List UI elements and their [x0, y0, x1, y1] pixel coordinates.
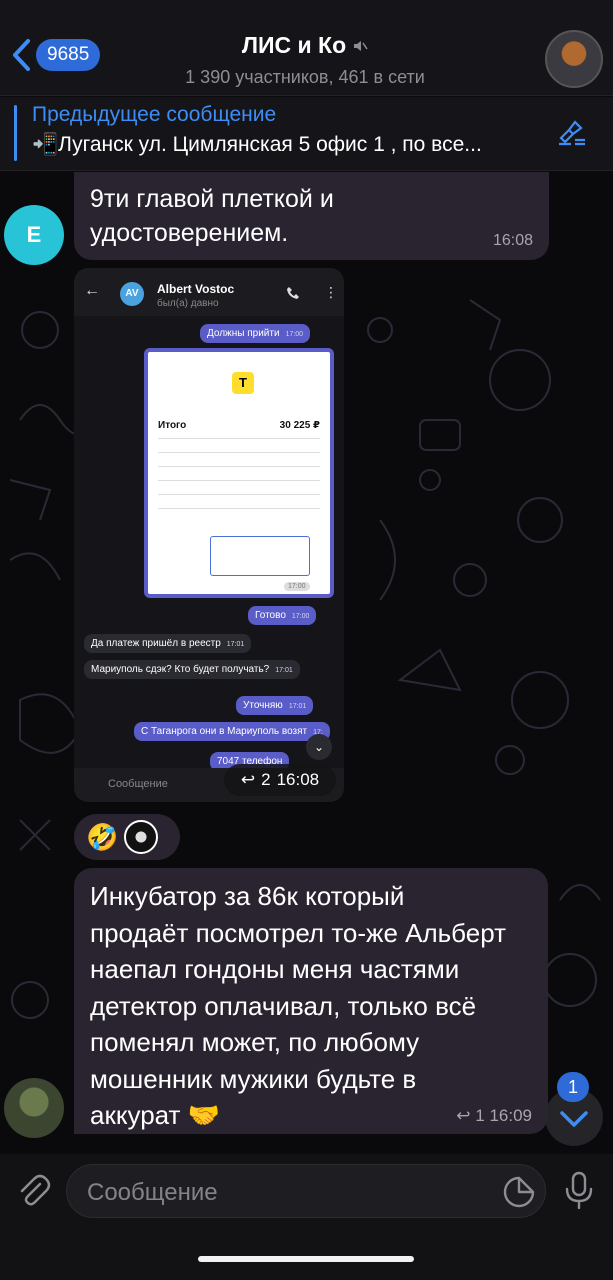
shot-contact-status: был(а) давно — [157, 298, 219, 309]
shot-message-time: 17:00 — [285, 331, 304, 338]
shot-message: Готово 17:00 — [248, 606, 317, 625]
message-text: Инкубатор за 86к который продаёт посмотр… — [90, 878, 540, 1134]
message-bubble[interactable]: Инкубатор за 86к который продаёт посмотр… — [74, 868, 548, 1134]
message-meta[interactable]: ↩ 1 16:09 — [456, 1106, 532, 1126]
pinned-text: 📲Луганск ул. Цимлянская 5 офис 1 , по вс… — [32, 133, 482, 156]
sticker-icon[interactable] — [502, 1175, 536, 1209]
shot-avatar: AV — [120, 282, 144, 306]
unread-count-badge: 9685 — [36, 39, 101, 71]
group-avatar[interactable] — [545, 30, 603, 88]
pin-list-icon[interactable] — [555, 114, 589, 148]
receipt-divider — [158, 494, 320, 495]
message-line: 9ти главой плеткой и — [90, 185, 334, 213]
message-input[interactable]: Сообщение — [66, 1164, 546, 1218]
reactor-avatar — [124, 820, 159, 854]
shot-message-text: Да платеж пришёл в реестр — [91, 638, 221, 649]
message-line: мошенник мужики будьте в — [90, 1063, 417, 1094]
message-line: Инкубатор за 86к который — [90, 881, 405, 911]
message-line: продаёт посмотрел то-же Альберт — [90, 917, 507, 948]
shot-message-time: 17:01 — [288, 703, 307, 710]
receipt-divider — [158, 438, 320, 439]
shot-message: Уточняю 17:01 — [236, 696, 314, 715]
shot-message-time: 17:01 — [226, 641, 245, 648]
chat-title: ЛИС и Ко — [242, 32, 368, 59]
reaction-chip[interactable]: 🤣 — [74, 814, 180, 860]
paperclip-icon[interactable] — [14, 1172, 52, 1210]
shot-input-placeholder: Сообщение — [108, 778, 168, 790]
chevron-down-icon: ⌄ — [306, 734, 332, 760]
receipt-time: 17:00 — [284, 582, 310, 591]
shot-header: ← AV Albert Vostoc был(а) давно ⋮ — [74, 268, 344, 316]
message-meta[interactable]: ↩ 2 16:08 — [224, 764, 336, 796]
pinned-indicator — [14, 105, 17, 161]
pinned-message-bar[interactable]: Предыдущее сообщение 📲Луганск ул. Цимлян… — [0, 97, 613, 171]
reply-icon: ↩ — [240, 770, 256, 789]
message-time: 16:08 — [492, 232, 533, 249]
shot-message-text: Уточняю — [243, 700, 283, 711]
receipt-divider — [158, 452, 320, 453]
receipt-total-value: 30 225 ₽ — [279, 420, 320, 431]
receipt-image: Т Итого 30 225 ₽ 17:00 — [144, 348, 334, 598]
home-indicator — [198, 1256, 414, 1262]
chat-title-text: ЛИС и Ко — [241, 32, 347, 58]
reply-count: 1 — [475, 1106, 485, 1125]
chat-header: 9685 ЛИС и Ко 1 390 участников, 461 в се… — [0, 0, 613, 96]
message-bubble[interactable]: 9ти главой плеткой и удостоверением. 16:… — [74, 172, 549, 260]
avatar[interactable] — [4, 1078, 64, 1138]
message-time: 16:08 — [276, 770, 320, 789]
avatar[interactable]: E — [4, 205, 64, 265]
message-line: детектор оплачивал, только всё — [90, 990, 477, 1021]
shot-contact-name: Albert Vostoc — [157, 282, 235, 296]
reply-count: 2 — [261, 770, 271, 789]
mute-icon — [354, 40, 368, 51]
microphone-icon[interactable] — [562, 1170, 596, 1210]
shot-message-text: Должны прийти — [207, 328, 280, 339]
message-input-placeholder: Сообщение — [87, 1179, 218, 1206]
phone-icon — [287, 287, 299, 299]
message-text: 9ти главой плеткой и удостоверением. — [90, 182, 334, 250]
bank-logo: Т — [232, 372, 254, 394]
more-vertical-icon: ⋮ — [324, 284, 338, 300]
pinned-label: Предыдущее сообщение — [32, 103, 277, 126]
chat-title-area[interactable]: ЛИС и Ко 1 390 участников, 461 в сети — [140, 32, 470, 88]
reply-icon: ↩ — [456, 1106, 471, 1125]
reaction-emoji: 🤣 — [86, 821, 119, 852]
screenshot-image[interactable]: ← AV Albert Vostoc был(а) давно ⋮ Должны… — [74, 268, 344, 802]
arrow-left-icon: ← — [84, 282, 100, 299]
message-line: поменял может, по любому — [90, 1027, 420, 1057]
chevron-left-icon — [13, 39, 30, 71]
message-line: наепал гондоны меня частями — [90, 954, 460, 984]
shot-message: Да платеж пришёл в реестр 17:01 — [84, 634, 252, 653]
shot-message: Должны прийти 17:00 — [200, 324, 311, 343]
receipt-stamp — [210, 536, 310, 576]
back-button[interactable]: 9685 — [10, 38, 101, 72]
shot-message-text: С Таганрога они в Мариуполь возят — [141, 726, 308, 737]
shot-message-text: Мариуполь сдэк? Кто будет получать? — [91, 664, 270, 675]
shot-message-time: 17:00 — [291, 613, 310, 620]
message-line: удостоверением. — [90, 219, 289, 247]
receipt-divider — [158, 480, 320, 481]
shot-message: Мариуполь сдэк? Кто будет получать? 17:01 — [84, 660, 300, 679]
receipt-total-label: Итого — [158, 420, 187, 431]
message-time: 16:09 — [489, 1106, 532, 1125]
shot-message: С Таганрога они в Мариуполь возят 17: — [134, 722, 330, 741]
shot-message-text: Готово — [255, 610, 286, 621]
shot-message-time: 17:01 — [275, 667, 293, 674]
chat-subtitle: 1 390 участников, 461 в сети — [185, 67, 425, 87]
receipt-divider — [158, 508, 320, 509]
unread-mentions-badge: 1 — [557, 1072, 589, 1102]
receipt-divider — [158, 466, 320, 467]
